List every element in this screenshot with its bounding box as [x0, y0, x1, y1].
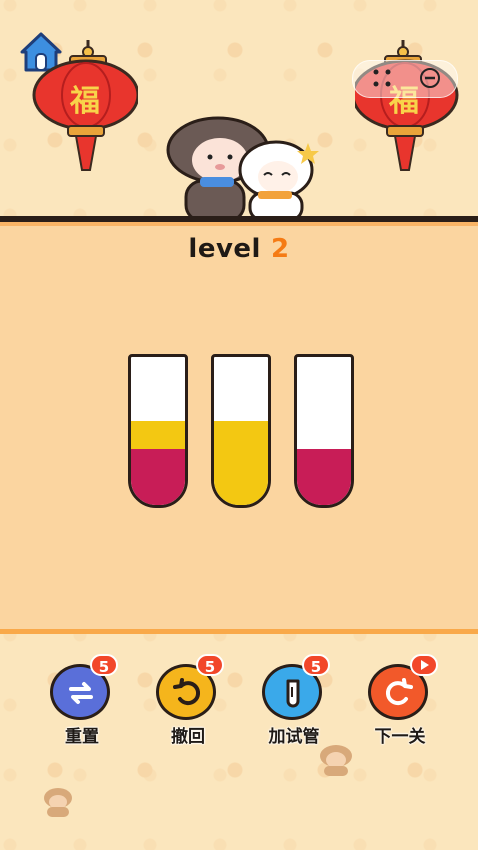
tube-2[interactable] [211, 354, 271, 508]
capsule-menu [352, 60, 458, 98]
add-tube-button[interactable]: 5 加试管 [254, 654, 334, 750]
swap-arrows-icon [69, 682, 93, 704]
video-play-icon [421, 660, 429, 670]
level-prefix: level [188, 234, 261, 264]
liquid-layer-yellow [131, 421, 185, 449]
redo-icon [385, 678, 413, 706]
liquid-layer-pink [131, 449, 185, 505]
lantern-character: 福 [70, 84, 100, 119]
reset-button[interactable]: 5 重置 [42, 654, 122, 750]
undo-label: 撤回 [171, 727, 205, 747]
tube-rack [0, 350, 478, 510]
undo-button[interactable]: 5 撤回 [148, 654, 228, 750]
small-sheep-decoration [44, 788, 72, 817]
undo-icon [173, 678, 201, 706]
sheep-mascots [158, 115, 328, 223]
small-sheep-decoration [320, 745, 352, 776]
video-ad-badge [410, 654, 438, 676]
reset-count-badge: 5 [90, 654, 118, 676]
controls-bar: 5 重置 5 撤回 5 加试管 下一关 [0, 650, 478, 750]
add-tube-count-badge: 5 [302, 654, 330, 676]
liquid-layer-pink [297, 449, 351, 505]
test-tube-icon [286, 679, 300, 708]
top-scene: 福 福 [0, 0, 478, 223]
minimize-icon[interactable] [419, 67, 441, 89]
lantern-left: 福 [28, 40, 140, 190]
next-level-label: 下一关 [374, 727, 426, 747]
tube-1[interactable] [128, 354, 188, 508]
level-title: level 2 [0, 234, 478, 264]
next-level-button[interactable]: 下一关 [360, 654, 440, 750]
more-dots-icon[interactable] [371, 67, 393, 89]
undo-count-badge: 5 [196, 654, 224, 676]
liquid-layer-yellow [214, 421, 268, 505]
reset-label: 重置 [65, 727, 99, 747]
level-number: 2 [270, 234, 290, 264]
tube-3[interactable] [294, 354, 354, 508]
